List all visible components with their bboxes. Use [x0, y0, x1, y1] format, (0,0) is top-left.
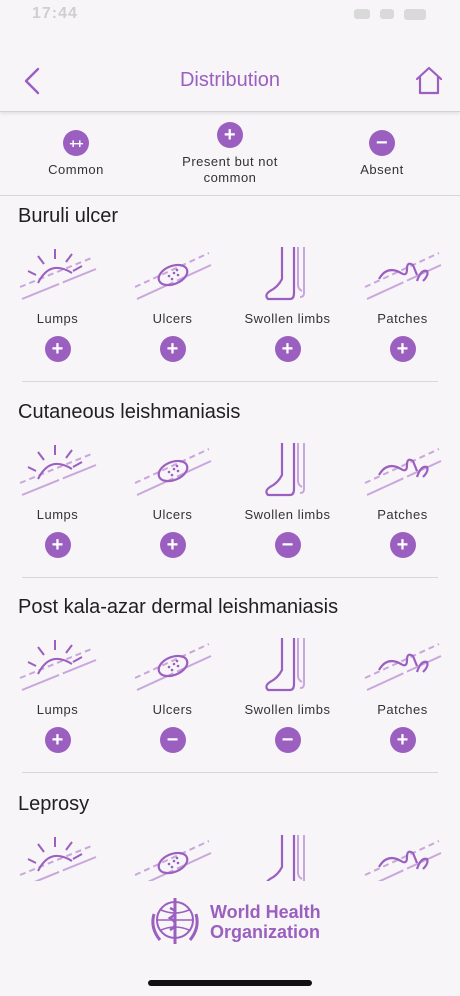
lesion-item-swollen-limbs[interactable] — [230, 833, 345, 881]
section-1: Cutaneous leishmaniasis Lumps + Ulcers + Swol… — [0, 401, 460, 577]
home-button[interactable] — [412, 64, 446, 98]
section-divider — [22, 772, 438, 773]
lesion-item-lumps[interactable]: Lumps + — [0, 441, 115, 558]
legend-absent: − Absent — [342, 130, 422, 177]
patches-icon — [364, 448, 441, 496]
page-title: Distribution — [179, 69, 281, 91]
back-button[interactable] — [20, 66, 48, 96]
lumps-icon — [19, 249, 96, 300]
lesion-item-ulcers[interactable]: Ulcers + — [115, 441, 230, 558]
who-logo: World Health Organization — [146, 892, 326, 952]
lesion-item-swollen-limbs[interactable]: Swollen limbs + — [230, 245, 345, 362]
swollen-limbs-icon — [264, 443, 305, 497]
legend-label: Absent — [360, 162, 404, 177]
lesion-label: Lumps — [36, 311, 79, 326]
lumps-icon — [19, 445, 96, 496]
status-icons — [354, 8, 426, 20]
plus-icon: + — [389, 336, 416, 362]
lesion-item-swollen-limbs[interactable]: Swollen limbs − — [230, 636, 345, 753]
lesion-item-patches[interactable]: Patches + — [345, 245, 460, 362]
who-wordmark: World Health Organization — [210, 902, 321, 942]
lesion-label: Ulcers — [152, 507, 193, 522]
plus-icon: + — [44, 532, 71, 558]
lesion-row: Lumps + Ulcers + Swollen limbs − Patches + — [0, 441, 460, 577]
org-line-2: Organization — [210, 922, 321, 942]
battery-icon — [404, 8, 426, 20]
lesion-item-patches[interactable]: Patches + — [345, 441, 460, 558]
lesion-label: Swollen limbs — [244, 507, 331, 522]
ulcers-icon — [134, 252, 211, 300]
plus-icon: + — [389, 532, 416, 558]
lesion-item-lumps[interactable]: Lumps + — [0, 245, 115, 362]
legend-common: ++ Common — [36, 130, 116, 177]
swollen-limbs-icon — [264, 247, 305, 301]
plus-icon: + — [389, 727, 416, 753]
signal-icon — [354, 8, 370, 19]
lesion-label: Patches — [377, 507, 428, 522]
lesion-item-ulcers[interactable]: Ulcers + — [115, 245, 230, 362]
legend-present: + Present but not common — [170, 122, 290, 186]
plus-icon: + — [217, 122, 243, 148]
section-title: Leprosy — [18, 793, 90, 815]
home-indicator[interactable] — [148, 980, 312, 986]
nav-bar: Distribution — [0, 50, 460, 112]
lesion-item-swollen-limbs[interactable]: Swollen limbs − — [230, 441, 345, 558]
lesion-row — [0, 833, 460, 881]
patches-icon — [364, 643, 441, 691]
plus-icon: + — [44, 727, 71, 753]
patches-icon — [364, 840, 441, 881]
lesion-label: Lumps — [36, 702, 79, 717]
swollen-limbs-icon — [265, 835, 305, 881]
legend-label: Present but not common — [182, 154, 278, 185]
ulcers-icon — [134, 448, 211, 496]
chevron-left-icon — [24, 67, 40, 95]
lesion-item-patches[interactable]: Patches + — [345, 636, 460, 753]
minus-icon: − — [159, 727, 186, 753]
lesion-label: Lumps — [36, 507, 79, 522]
lesion-row: Lumps + Ulcers + Swollen limbs + Patches + — [0, 245, 460, 381]
minus-icon: − — [274, 727, 301, 753]
lumps-icon — [19, 837, 96, 881]
lesion-label: Swollen limbs — [244, 311, 331, 326]
wifi-icon — [380, 8, 394, 19]
lesion-label: Patches — [377, 702, 428, 717]
section-3: Leprosy — [0, 793, 460, 881]
lesion-label: Swollen limbs — [244, 702, 331, 717]
lesion-item-patches[interactable] — [345, 833, 460, 881]
section-2: Post kala-azar dermal leishmaniasis Lumps… — [0, 596, 460, 772]
plus-icon: + — [44, 336, 71, 362]
org-line-1: World Health — [210, 902, 321, 922]
lesion-row: Lumps + Ulcers − Swollen limbs − Patches + — [0, 636, 460, 772]
lesion-item-lumps[interactable]: Lumps + — [0, 636, 115, 753]
lesion-item-ulcers[interactable] — [115, 833, 230, 881]
section-title: Post kala-azar dermal leishmaniasis — [18, 596, 339, 618]
minus-icon: − — [369, 130, 395, 156]
status-bar: 17:44 — [0, 0, 460, 50]
plus-icon: + — [159, 336, 186, 362]
lesion-label: Patches — [377, 311, 428, 326]
section-0: Buruli ulcer Lumps + Ulcers + Swollen limbs + P… — [0, 205, 460, 381]
plus-icon: + — [159, 532, 186, 558]
home-icon — [415, 66, 443, 95]
lesion-item-lumps[interactable] — [0, 833, 115, 881]
minus-icon: − — [274, 532, 301, 558]
plus-icon: + — [274, 336, 301, 362]
lesion-label: Ulcers — [152, 702, 193, 717]
patches-icon — [364, 252, 441, 300]
section-title: Cutaneous leishmaniasis — [18, 401, 241, 423]
ulcers-icon — [134, 643, 211, 691]
status-time: 17:44 — [32, 5, 78, 22]
legend: ++ Common + Present but not common − Abs… — [0, 112, 460, 196]
section-title: Buruli ulcer — [18, 205, 119, 227]
ulcers-icon — [134, 840, 211, 881]
lumps-icon — [19, 640, 96, 691]
lesion-item-ulcers[interactable]: Ulcers − — [115, 636, 230, 753]
legend-label: Common — [48, 162, 104, 177]
common-icon: ++ — [63, 130, 89, 156]
lesion-label: Ulcers — [152, 311, 193, 326]
swollen-limbs-icon — [264, 638, 305, 692]
section-divider — [22, 381, 438, 382]
section-divider — [22, 577, 438, 578]
who-emblem-icon — [151, 898, 199, 944]
